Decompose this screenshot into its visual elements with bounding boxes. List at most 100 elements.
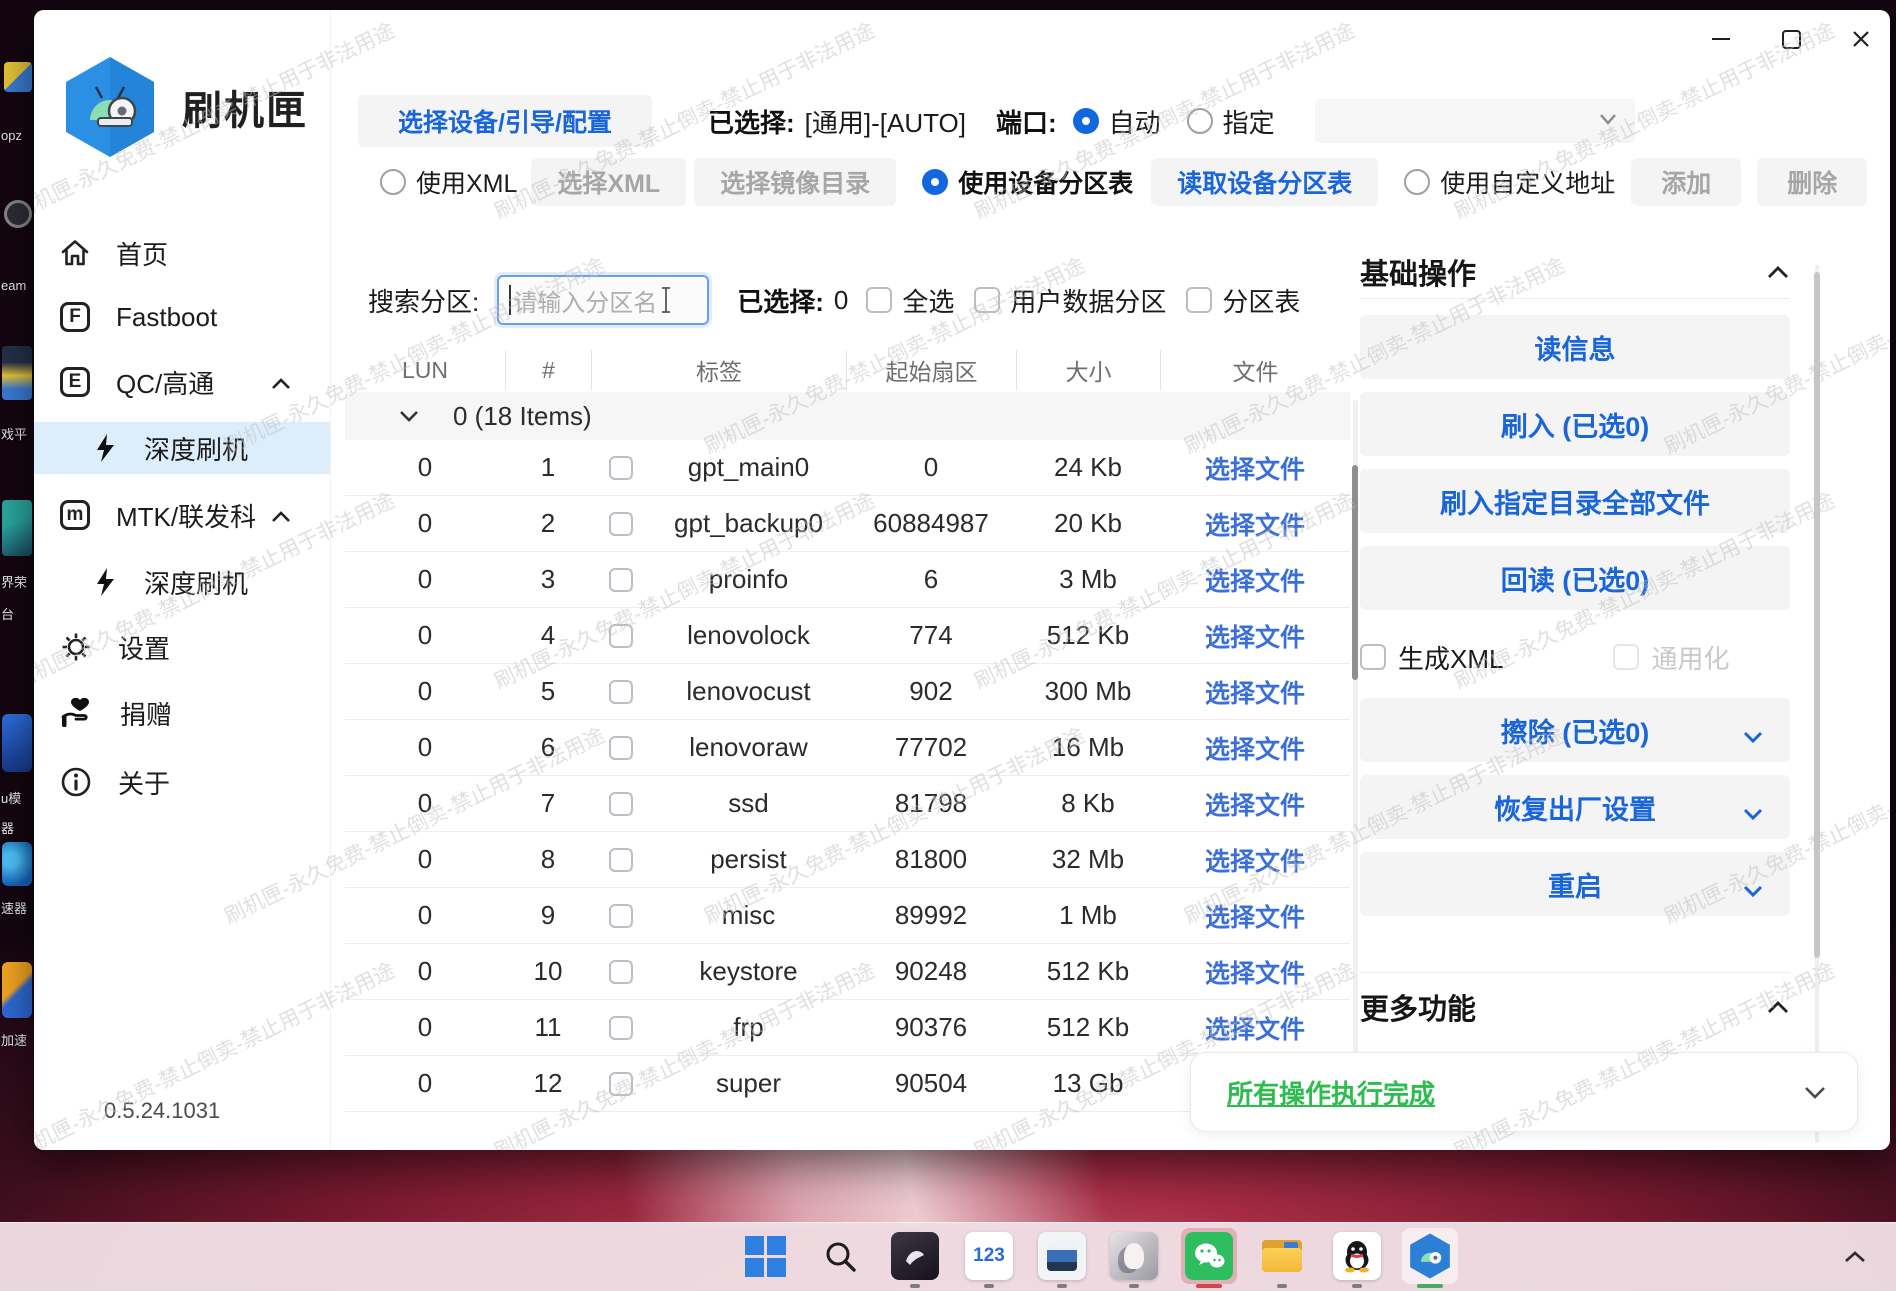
flash-directory-button[interactable]: 刷入指定目录全部文件	[1360, 469, 1790, 533]
taskbar-chevron-up-icon[interactable]	[1842, 1249, 1868, 1265]
user-data-partition-label[interactable]: 用户数据分区	[1010, 282, 1166, 319]
desktop-icon-fragment[interactable]	[2, 346, 32, 400]
port-specify-radio[interactable]	[1187, 108, 1213, 134]
desktop-icon-fragment[interactable]	[4, 200, 32, 228]
erase-dropdown-button[interactable]: 擦除 (已选0)	[1360, 698, 1790, 762]
taskbar-search-button[interactable]	[816, 1232, 864, 1280]
row-checkbox[interactable]	[609, 1016, 633, 1040]
search-input[interactable]: 请输入分区名	[497, 275, 709, 325]
windows-start-button[interactable]	[741, 1232, 789, 1280]
delete-button[interactable]: 删除	[1757, 158, 1867, 206]
panel-scrollbar-thumb[interactable]	[1814, 272, 1820, 958]
select-file-link[interactable]: 选择文件	[1205, 954, 1305, 990]
select-all-label[interactable]: 全选	[902, 282, 954, 319]
maximize-button[interactable]	[1768, 22, 1814, 56]
row-checkbox[interactable]	[609, 904, 633, 928]
row-checkbox[interactable]	[609, 736, 633, 760]
partition-table-label[interactable]: 分区表	[1222, 282, 1300, 319]
reboot-dropdown-button[interactable]: 重启	[1360, 852, 1790, 916]
use-device-partition-table-label[interactable]: 使用设备分区表	[958, 164, 1133, 200]
desktop-icon-fragment[interactable]	[2, 714, 32, 772]
status-box[interactable]: 所有操作执行完成	[1190, 1052, 1858, 1132]
row-checkbox[interactable]	[609, 1072, 633, 1096]
select-file-link[interactable]: 选择文件	[1205, 506, 1305, 542]
user-data-partition-checkbox[interactable]	[974, 287, 1000, 313]
row-checkbox[interactable]	[609, 512, 633, 536]
sidebar-item-qc-deep-flash[interactable]: 深度刷机	[34, 422, 330, 474]
readback-button[interactable]: 回读 (已选0)	[1360, 546, 1790, 610]
read-info-button[interactable]: 读信息	[1360, 315, 1790, 379]
use-custom-address-radio[interactable]	[1404, 169, 1430, 195]
taskbar-flash-tool-icon[interactable]	[1406, 1232, 1454, 1280]
read-device-partition-table-button[interactable]: 读取设备分区表	[1151, 158, 1378, 206]
row-checkbox[interactable]	[609, 960, 633, 984]
sidebar-item-mtk-deep-flash[interactable]: 深度刷机	[34, 556, 330, 608]
desktop-icon-fragment[interactable]	[2, 962, 32, 1018]
sidebar-item-qualcomm[interactable]: E QC/高通	[34, 356, 330, 408]
select-file-link[interactable]: 选择文件	[1205, 674, 1305, 710]
generalize-label[interactable]: 通用化	[1651, 639, 1729, 676]
chevron-up-icon[interactable]	[1766, 1000, 1790, 1015]
taskbar-anime-avatar-icon[interactable]	[1110, 1232, 1158, 1280]
sidebar-item-home[interactable]: 首页	[34, 227, 330, 279]
select-file-link[interactable]: 选择文件	[1205, 898, 1305, 934]
taskbar-input-123-icon[interactable]: 123	[965, 1232, 1013, 1280]
add-button[interactable]: 添加	[1631, 158, 1741, 206]
port-select-dropdown[interactable]	[1315, 99, 1635, 143]
column-header-label[interactable]: 标签	[591, 350, 846, 390]
table-group-row[interactable]: 0 (18 Items)	[345, 392, 1350, 440]
sidebar-item-fastboot[interactable]: F Fastboot	[34, 291, 330, 343]
select-file-link[interactable]: 选择文件	[1205, 618, 1305, 654]
row-checkbox[interactable]	[609, 624, 633, 648]
use-xml-label[interactable]: 使用XML	[416, 164, 517, 200]
select-file-link[interactable]: 选择文件	[1205, 730, 1305, 766]
minimize-button[interactable]	[1698, 22, 1744, 56]
select-all-checkbox[interactable]	[866, 287, 892, 313]
select-device-config-button[interactable]: 选择设备/引导/配置	[358, 95, 652, 147]
taskbar-qq-icon[interactable]	[1333, 1232, 1381, 1280]
table-scrollbar-thumb[interactable]	[1352, 465, 1358, 680]
use-xml-radio[interactable]	[380, 169, 406, 195]
flash-button[interactable]: 刷入 (已选0)	[1360, 392, 1790, 456]
port-specify-label[interactable]: 指定	[1223, 103, 1275, 140]
row-checkbox[interactable]	[609, 792, 633, 816]
select-image-dir-button[interactable]: 选择镜像目录	[694, 158, 896, 206]
port-auto-label[interactable]: 自动	[1109, 103, 1161, 140]
select-file-link[interactable]: 选择文件	[1205, 842, 1305, 878]
use-custom-address-label[interactable]: 使用自定义地址	[1440, 164, 1615, 200]
port-auto-radio[interactable]	[1073, 108, 1099, 134]
close-button[interactable]	[1838, 22, 1884, 56]
column-header-file[interactable]: 文件	[1160, 350, 1350, 390]
row-checkbox[interactable]	[609, 456, 633, 480]
select-file-link[interactable]: 选择文件	[1205, 450, 1305, 486]
generalize-checkbox[interactable]	[1613, 644, 1639, 670]
select-xml-button[interactable]: 选择XML	[531, 158, 686, 206]
taskbar-wechat-icon[interactable]	[1185, 1232, 1233, 1280]
desktop-icon-fragment[interactable]	[2, 842, 32, 886]
select-file-link[interactable]: 选择文件	[1205, 1010, 1305, 1046]
column-header-lun[interactable]: LUN	[345, 350, 505, 390]
partition-table-checkbox[interactable]	[1186, 287, 1212, 313]
select-file-link[interactable]: 选择文件	[1205, 562, 1305, 598]
row-checkbox[interactable]	[609, 680, 633, 704]
row-checkbox[interactable]	[609, 568, 633, 592]
desktop-icon-fragment[interactable]	[4, 62, 32, 92]
chevron-down-icon[interactable]	[1803, 1085, 1827, 1100]
sidebar-item-donate[interactable]: 捐赠	[34, 687, 330, 739]
sidebar-item-mediatek[interactable]: m MTK/联发科	[34, 489, 330, 541]
factory-reset-dropdown-button[interactable]: 恢复出厂设置	[1360, 775, 1790, 839]
generate-xml-label[interactable]: 生成XML	[1398, 639, 1503, 676]
row-checkbox[interactable]	[609, 848, 633, 872]
generate-xml-checkbox[interactable]	[1360, 644, 1386, 670]
sidebar-item-about[interactable]: 关于	[34, 756, 330, 808]
desktop-icon-fragment[interactable]	[2, 500, 32, 556]
use-device-partition-table-radio[interactable]	[922, 169, 948, 195]
select-file-link[interactable]: 选择文件	[1205, 786, 1305, 822]
chevron-up-icon[interactable]	[1766, 265, 1790, 280]
column-header-start-sector[interactable]: 起始扇区	[846, 350, 1016, 390]
taskbar-game-icon[interactable]	[891, 1232, 939, 1280]
column-header-size[interactable]: 大小	[1016, 350, 1160, 390]
sidebar-item-settings[interactable]: 设置	[34, 621, 330, 673]
taskbar-file-explorer-icon[interactable]	[1258, 1232, 1306, 1280]
column-header-index[interactable]: #	[505, 350, 591, 390]
